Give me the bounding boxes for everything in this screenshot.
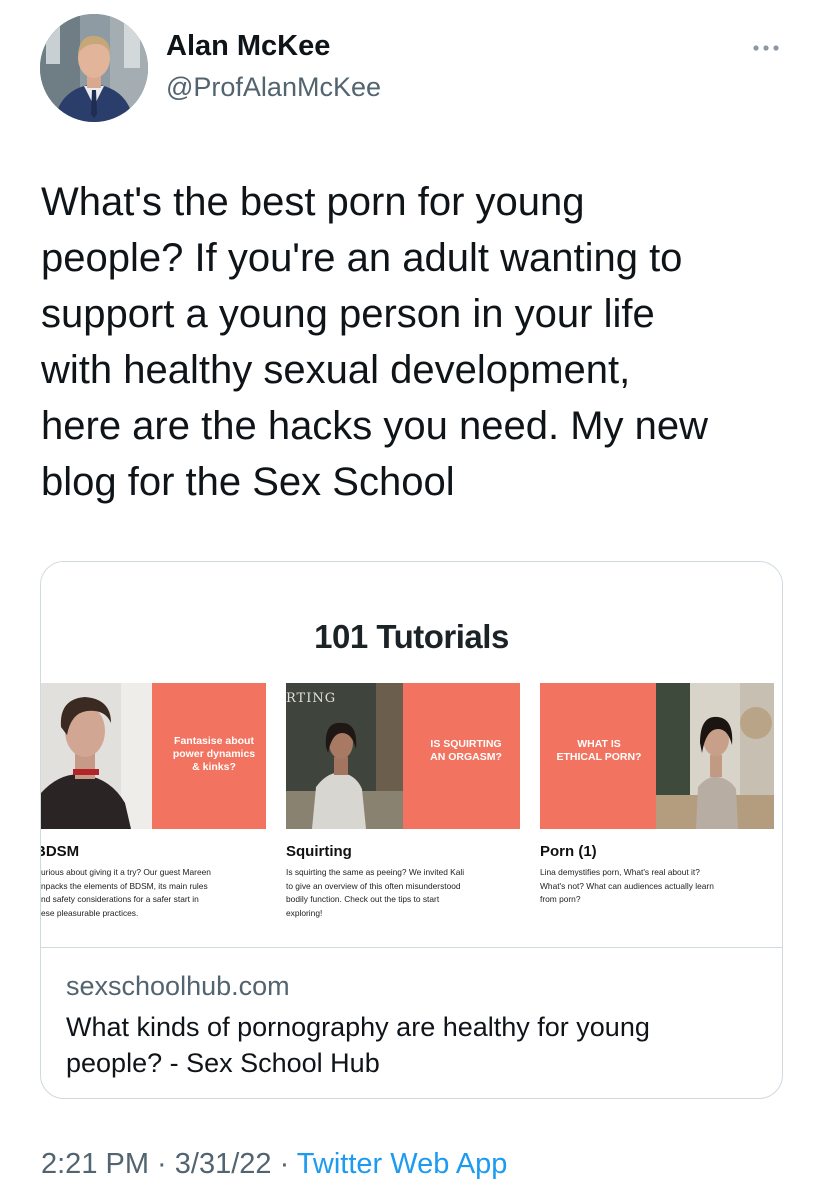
description-line: bodily function. Check out the tips to s… — [286, 894, 440, 904]
link-card-title-line: people? - Sex School Hub — [66, 1048, 380, 1078]
description-line: exploring! — [286, 907, 323, 918]
tutorial-tile-bdsm: Fantasise about power dynamics & kinks? — [152, 683, 266, 829]
tweet-text-line: people? If you're an adult wanting to — [41, 236, 683, 280]
tutorial-title: Squirting — [286, 843, 352, 860]
avatar-photo — [40, 14, 148, 122]
avatar[interactable] — [40, 14, 148, 122]
person-photo — [656, 683, 774, 829]
tweet-text-line: blog for the Sex School — [41, 460, 455, 504]
tweet-text-line: What's the best porn for young — [41, 180, 585, 224]
description-line: Is squirting the same as peeing? We invi… — [286, 867, 465, 877]
tile-line: ETHICAL PORN? — [556, 751, 642, 763]
description-line: What's not? What can audiences actually … — [540, 880, 714, 891]
more-horizontal-icon — [753, 45, 779, 51]
tutorial-description: Is squirting the same as peeing? We invi… — [286, 866, 464, 920]
author-handle[interactable]: @ProfAlanMcKee — [166, 72, 381, 103]
link-card-title-line: What kinds of pornography are healthy fo… — [66, 1012, 650, 1042]
tutorial-photo-squirting: RTING — [286, 683, 403, 829]
link-card-title[interactable]: What kinds of pornography are healthy fo… — [66, 1009, 766, 1081]
meta-separator: · — [271, 1148, 297, 1180]
tutorials-heading: 101 Tutorials — [314, 618, 509, 655]
tweet-text: What's the best porn for young people? I… — [41, 174, 801, 510]
chalkboard-text: RTING — [286, 691, 337, 706]
description-line: to give an overview of this often misund… — [286, 880, 461, 891]
tile-line: IS SQUIRTING — [430, 738, 502, 750]
description-line: urious about giving it a try? Our guest … — [41, 867, 211, 877]
person-photo — [41, 683, 152, 829]
tweet-text-line: with healthy sexual development, — [41, 348, 631, 392]
tile-line: Fantasise about — [174, 735, 254, 747]
tutorial-title: Porn (1) — [540, 843, 597, 860]
tutorial-tile-squirting: IS SQUIRTING AN ORGASM? — [403, 683, 520, 829]
tile-line: & kinks? — [192, 761, 236, 773]
description-line: Lina demystifies porn, What's real about… — [540, 867, 700, 877]
meta-separator: · — [149, 1148, 175, 1180]
tutorial-photo-bdsm — [41, 683, 152, 829]
tile-line: power dynamics — [172, 748, 256, 760]
tile-line: AN ORGASM? — [430, 751, 502, 763]
link-card-image[interactable]: 101 Tutorials Fantasise about power dyna… — [41, 562, 782, 948]
link-card-domain[interactable]: sexschoolhub.com — [66, 971, 290, 1002]
tweet-date[interactable]: 3/31/22 — [175, 1148, 272, 1180]
tweet-text-line: support a young person in your life — [41, 292, 655, 336]
tutorial-description: Lina demystifies porn, What's real about… — [540, 866, 714, 907]
tutorial-description: urious about giving it a try? Our guest … — [41, 866, 211, 920]
description-line: nd safety considerations for a safer sta… — [41, 894, 199, 904]
tile-line: WHAT IS — [577, 738, 621, 750]
tutorial-title: BDSM — [41, 843, 80, 860]
more-options-button[interactable] — [750, 34, 782, 62]
author-display-name[interactable]: Alan McKee — [166, 30, 330, 63]
description-line: from porn? — [540, 894, 581, 904]
link-card[interactable]: 101 Tutorials Fantasise about power dyna… — [40, 561, 783, 1099]
description-line: npacks the elements of BDSM, its main ru… — [41, 880, 208, 891]
tutorial-tile-porn: WHAT IS ETHICAL PORN? — [540, 683, 656, 829]
tweet-meta: 2:21 PM · 3/31/22 · Twitter Web App — [41, 1148, 507, 1181]
description-line: ese pleasurable practices. — [41, 907, 139, 918]
tweet-time[interactable]: 2:21 PM — [41, 1148, 149, 1180]
tutorial-photo-porn — [656, 683, 774, 829]
tweet-source-link[interactable]: Twitter Web App — [297, 1148, 508, 1180]
tweet-text-line: here are the hacks you need. My new — [41, 404, 709, 448]
